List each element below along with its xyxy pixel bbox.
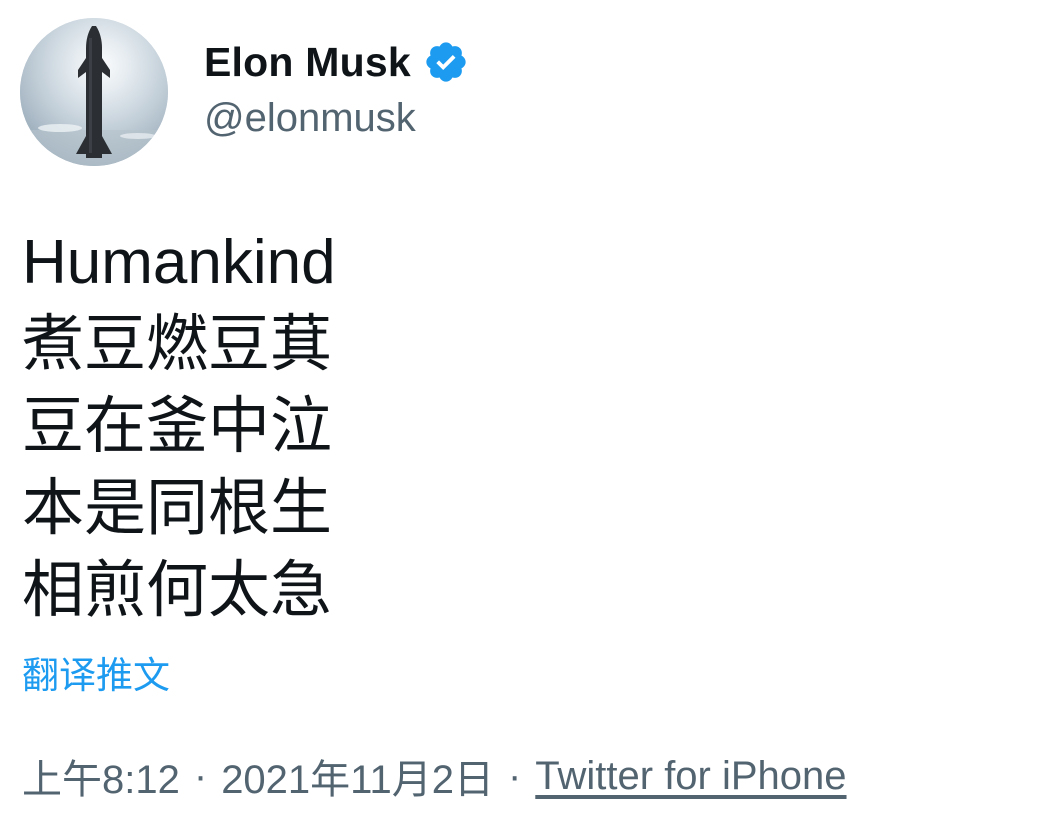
tweet-text-line: 本是同根生	[22, 474, 333, 543]
tweet-time[interactable]: 上午8:12	[22, 747, 180, 805]
avatar[interactable]	[20, 18, 168, 166]
tweet-text-line: 豆在釜中泣	[22, 392, 333, 461]
tweet-meta: 上午8:12 · 2021年11月2日 · Twitter for iPhone	[22, 748, 847, 804]
tweet-source-link[interactable]: Twitter for iPhone	[535, 754, 846, 799]
author-handle[interactable]: @elonmusk	[204, 96, 416, 141]
tweet-text-line: 煮豆燃豆萁	[22, 310, 333, 379]
starship-avatar-icon	[20, 18, 168, 166]
tweet-date[interactable]: 2021年11月2日	[221, 747, 494, 805]
meta-separator: ·	[193, 753, 208, 798]
author-name-row: Elon Musk	[204, 34, 469, 90]
author-display-name[interactable]: Elon Musk	[204, 39, 411, 86]
verified-badge-icon	[423, 39, 469, 85]
tweet-text-line: Humankind	[22, 228, 336, 297]
meta-separator: ·	[507, 753, 522, 798]
tweet-card: Elon Musk @elonmusk Humankind 煮豆燃豆萁 豆在釜中…	[0, 0, 1040, 832]
tweet-text-line: 相煎何太急	[22, 556, 333, 625]
translate-tweet-link[interactable]: 翻译推文	[22, 645, 170, 699]
tweet-text: Humankind 煮豆燃豆萁 豆在釜中泣 本是同根生 相煎何太急	[22, 222, 782, 632]
